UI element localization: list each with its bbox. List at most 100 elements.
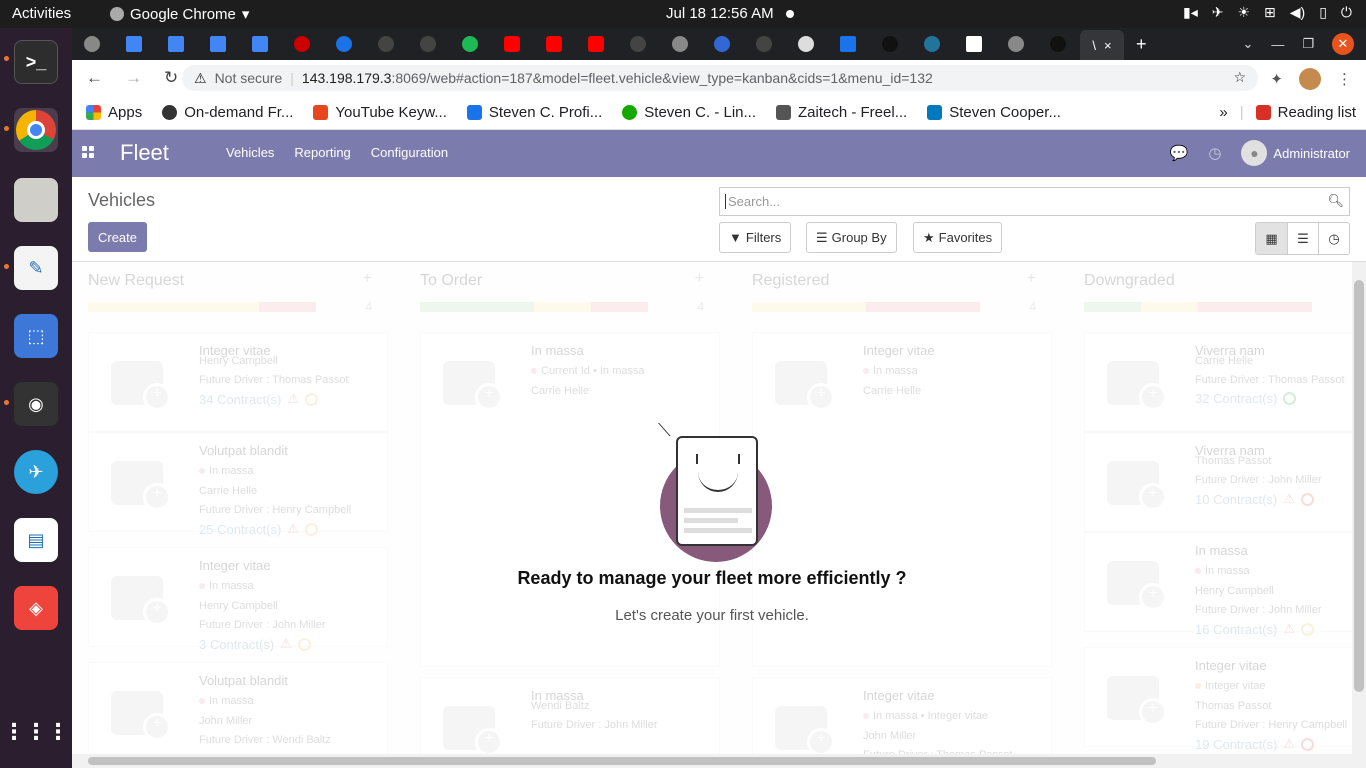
- minimize-icon[interactable]: —: [1271, 37, 1284, 52]
- menu-reporting[interactable]: Reporting: [294, 145, 350, 160]
- app-brand[interactable]: Fleet: [120, 140, 169, 166]
- browser-tab[interactable]: [168, 32, 206, 56]
- battery-icon[interactable]: ▯: [1319, 4, 1327, 21]
- browser-tab[interactable]: [672, 32, 710, 56]
- reading-list-button[interactable]: Reading list: [1255, 104, 1356, 121]
- screenshot-icon[interactable]: ⬚: [14, 314, 58, 358]
- chrome-small-icon: [110, 7, 124, 21]
- bookmark-star-icon[interactable]: ☆: [1233, 69, 1246, 86]
- text-editor-icon[interactable]: ✎: [14, 246, 58, 290]
- browser-tab[interactable]: [714, 32, 752, 56]
- system-tray[interactable]: ▮◂ ✈ ☀ ⊞ ◀) ▯ ⏻: [1183, 4, 1352, 21]
- browser-tab[interactable]: [462, 32, 500, 56]
- not-secure-label[interactable]: Not secure: [215, 70, 283, 86]
- scroll-thumb[interactable]: [1354, 280, 1364, 692]
- control-panel: Vehicles Create Search... 🔍︎ ▼ Filters ☰ G…: [72, 177, 1366, 262]
- activities-button[interactable]: Activities: [12, 5, 71, 22]
- browser-tab[interactable]: [798, 32, 836, 56]
- bookmark-item[interactable]: Apps: [86, 104, 142, 121]
- maximize-icon[interactable]: ❐: [1302, 36, 1314, 52]
- favorites-button[interactable]: ★ Favorites: [913, 222, 1003, 253]
- bookmark-item[interactable]: On-demand Fr...: [162, 104, 293, 121]
- url-host: 143.198.179.3: [301, 70, 392, 86]
- kanban-view-icon[interactable]: ▦: [1256, 223, 1287, 254]
- create-button[interactable]: Create: [88, 222, 147, 252]
- video-icon[interactable]: ◉: [14, 382, 58, 426]
- horizontal-scrollbar[interactable]: [72, 754, 1366, 768]
- app-menu[interactable]: Google Chrome ▾: [110, 5, 249, 23]
- browser-tab[interactable]: [1008, 32, 1046, 56]
- browser-tab[interactable]: [378, 32, 416, 56]
- show-apps-icon[interactable]: ⋮⋮⋮: [3, 710, 69, 754]
- filters-button[interactable]: ▼ Filters: [719, 222, 792, 253]
- new-tab-button[interactable]: +: [1136, 34, 1147, 55]
- app-switcher-icon[interactable]: [82, 146, 94, 158]
- libreoffice-impress-icon[interactable]: ▤: [14, 518, 58, 562]
- browser-tab[interactable]: [294, 32, 332, 56]
- browser-tab[interactable]: [210, 32, 248, 56]
- active-tab[interactable]: \ ×: [1080, 30, 1124, 60]
- warning-icon[interactable]: ⚠: [194, 70, 207, 87]
- browser-tab[interactable]: [84, 32, 122, 56]
- browser-tab[interactable]: [504, 32, 542, 56]
- power-icon[interactable]: ⏻: [1341, 4, 1352, 21]
- telegram-icon[interactable]: ✈: [1212, 4, 1224, 21]
- browser-tab[interactable]: [840, 32, 878, 56]
- search-icon[interactable]: 🔍︎: [1327, 193, 1344, 209]
- more-bookmarks-icon[interactable]: »: [1219, 104, 1227, 121]
- browser-tab[interactable]: [546, 32, 584, 56]
- list-view-icon[interactable]: ☰: [1287, 223, 1318, 254]
- network-icon[interactable]: ⊞: [1264, 4, 1276, 21]
- bookmark-item[interactable]: YouTube Keyw...: [313, 104, 447, 121]
- browser-tab[interactable]: [966, 32, 1004, 56]
- user-menu[interactable]: ● Administrator: [1241, 140, 1350, 166]
- search-bar[interactable]: Search... 🔍︎: [719, 187, 1350, 216]
- clock[interactable]: Jul 18 12:56 AM: [666, 5, 774, 22]
- volume-icon[interactable]: ◀): [1290, 4, 1305, 21]
- profile-avatar[interactable]: [1299, 68, 1321, 90]
- anydesk-icon[interactable]: ◈: [14, 586, 58, 630]
- browser-tab[interactable]: [882, 32, 920, 56]
- browser-tab[interactable]: [588, 32, 626, 56]
- url-bar[interactable]: ⚠ Not secure | 143.198.179.3:8069/web#ac…: [182, 65, 1258, 91]
- extensions-icon[interactable]: ✦: [1270, 70, 1283, 88]
- browser-tab[interactable]: [630, 32, 668, 56]
- bookmark-item[interactable]: Steven C. - Lin...: [622, 104, 756, 121]
- browser-tab[interactable]: [126, 32, 164, 56]
- activity-clock-icon[interactable]: ◷: [1208, 144, 1221, 162]
- menu-configuration[interactable]: Configuration: [371, 145, 448, 160]
- scroll-thumb[interactable]: [88, 757, 1156, 765]
- browser-tab[interactable]: [252, 32, 290, 56]
- odoo-app: Fleet Vehicles Reporting Configuration 💬…: [72, 130, 1366, 768]
- menu-vehicles[interactable]: Vehicles: [226, 145, 274, 160]
- camera-icon[interactable]: ▮◂: [1183, 4, 1198, 21]
- close-window-icon[interactable]: ✕: [1332, 33, 1354, 55]
- forward-icon[interactable]: →: [125, 68, 142, 88]
- brightness-icon[interactable]: ☀: [1237, 4, 1250, 21]
- help-title: Ready to manage your fleet more efficien…: [517, 568, 907, 588]
- help-subtitle: Let's create your first vehicle.: [615, 607, 809, 624]
- back-icon[interactable]: ←: [86, 68, 103, 88]
- chat-icon[interactable]: 💬: [1170, 144, 1189, 162]
- browser-tab[interactable]: [756, 32, 794, 56]
- files-icon[interactable]: [14, 178, 58, 222]
- browser-tab[interactable]: [420, 32, 458, 56]
- reload-icon[interactable]: ↻: [164, 68, 178, 88]
- menu-dots-icon[interactable]: ⋮: [1337, 70, 1352, 88]
- browser-tab[interactable]: [336, 32, 374, 56]
- vertical-scrollbar[interactable]: [1352, 262, 1366, 756]
- browser-tab[interactable]: [924, 32, 962, 56]
- close-tab-icon[interactable]: ×: [1104, 38, 1112, 53]
- tab-favicon: [1008, 36, 1024, 52]
- tab-search-icon[interactable]: ⌄: [1242, 36, 1253, 52]
- bookmark-item[interactable]: Steven C. Profi...: [466, 104, 602, 121]
- search-input[interactable]: Search...: [725, 194, 780, 209]
- telegram-dock-icon[interactable]: ✈: [14, 450, 58, 494]
- activity-view-icon[interactable]: ◷: [1318, 223, 1349, 254]
- chrome-icon[interactable]: [14, 108, 58, 152]
- terminal-icon[interactable]: >_: [14, 40, 58, 84]
- bookmark-item[interactable]: Steven Cooper...: [927, 104, 1061, 121]
- bookmark-item[interactable]: Zaitech - Freel...: [776, 104, 907, 121]
- groupby-button[interactable]: ☰ Group By: [806, 222, 897, 253]
- app-name: Google Chrome: [130, 5, 236, 23]
